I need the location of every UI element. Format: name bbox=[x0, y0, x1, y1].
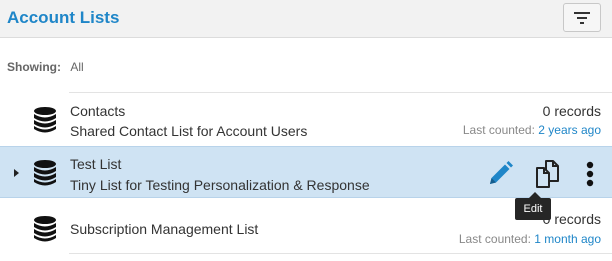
list-item-selected[interactable]: Test List Tiny List for Testing Personal… bbox=[0, 146, 612, 198]
last-counted: Last counted: 2 years ago bbox=[463, 123, 601, 137]
record-count: 0 records bbox=[542, 211, 601, 227]
last-counted-link[interactable]: 1 month ago bbox=[534, 232, 601, 246]
list-name[interactable]: Subscription Management List bbox=[70, 221, 258, 237]
last-counted: Last counted: 1 month ago bbox=[459, 232, 601, 246]
list-description: Tiny List for Testing Personalization & … bbox=[70, 177, 370, 193]
database-icon bbox=[34, 160, 56, 186]
record-count: 0 records bbox=[542, 103, 601, 119]
copy-icon bbox=[536, 160, 559, 188]
last-counted-label: Last counted: bbox=[458, 232, 531, 246]
edit-button[interactable] bbox=[485, 159, 515, 189]
divider bbox=[69, 253, 612, 254]
copy-button[interactable] bbox=[533, 158, 567, 190]
filter-button[interactable] bbox=[563, 3, 601, 32]
last-counted-label: Last counted: bbox=[462, 123, 535, 137]
list-name[interactable]: Contacts bbox=[70, 103, 125, 119]
filter-status: Showing: All bbox=[7, 60, 84, 74]
list-name[interactable]: Test List bbox=[70, 156, 121, 172]
database-icon bbox=[34, 216, 56, 242]
filter-lines-icon bbox=[574, 11, 590, 24]
more-button[interactable] bbox=[580, 159, 600, 189]
list-item[interactable]: Contacts Shared Contact List for Account… bbox=[0, 93, 612, 145]
filter-label: Showing: bbox=[7, 60, 61, 74]
more-vertical-icon bbox=[586, 161, 594, 187]
caret-right-icon[interactable] bbox=[13, 168, 21, 178]
page-header: Account Lists bbox=[0, 0, 612, 38]
edit-tooltip: Edit bbox=[515, 198, 551, 220]
list-description: Shared Contact List for Account Users bbox=[70, 123, 308, 139]
database-icon bbox=[34, 107, 56, 133]
page-title: Account Lists bbox=[7, 8, 120, 27]
pencil-icon bbox=[490, 161, 513, 184]
last-counted-link[interactable]: 2 years ago bbox=[538, 123, 601, 137]
filter-value[interactable]: All bbox=[70, 60, 83, 74]
